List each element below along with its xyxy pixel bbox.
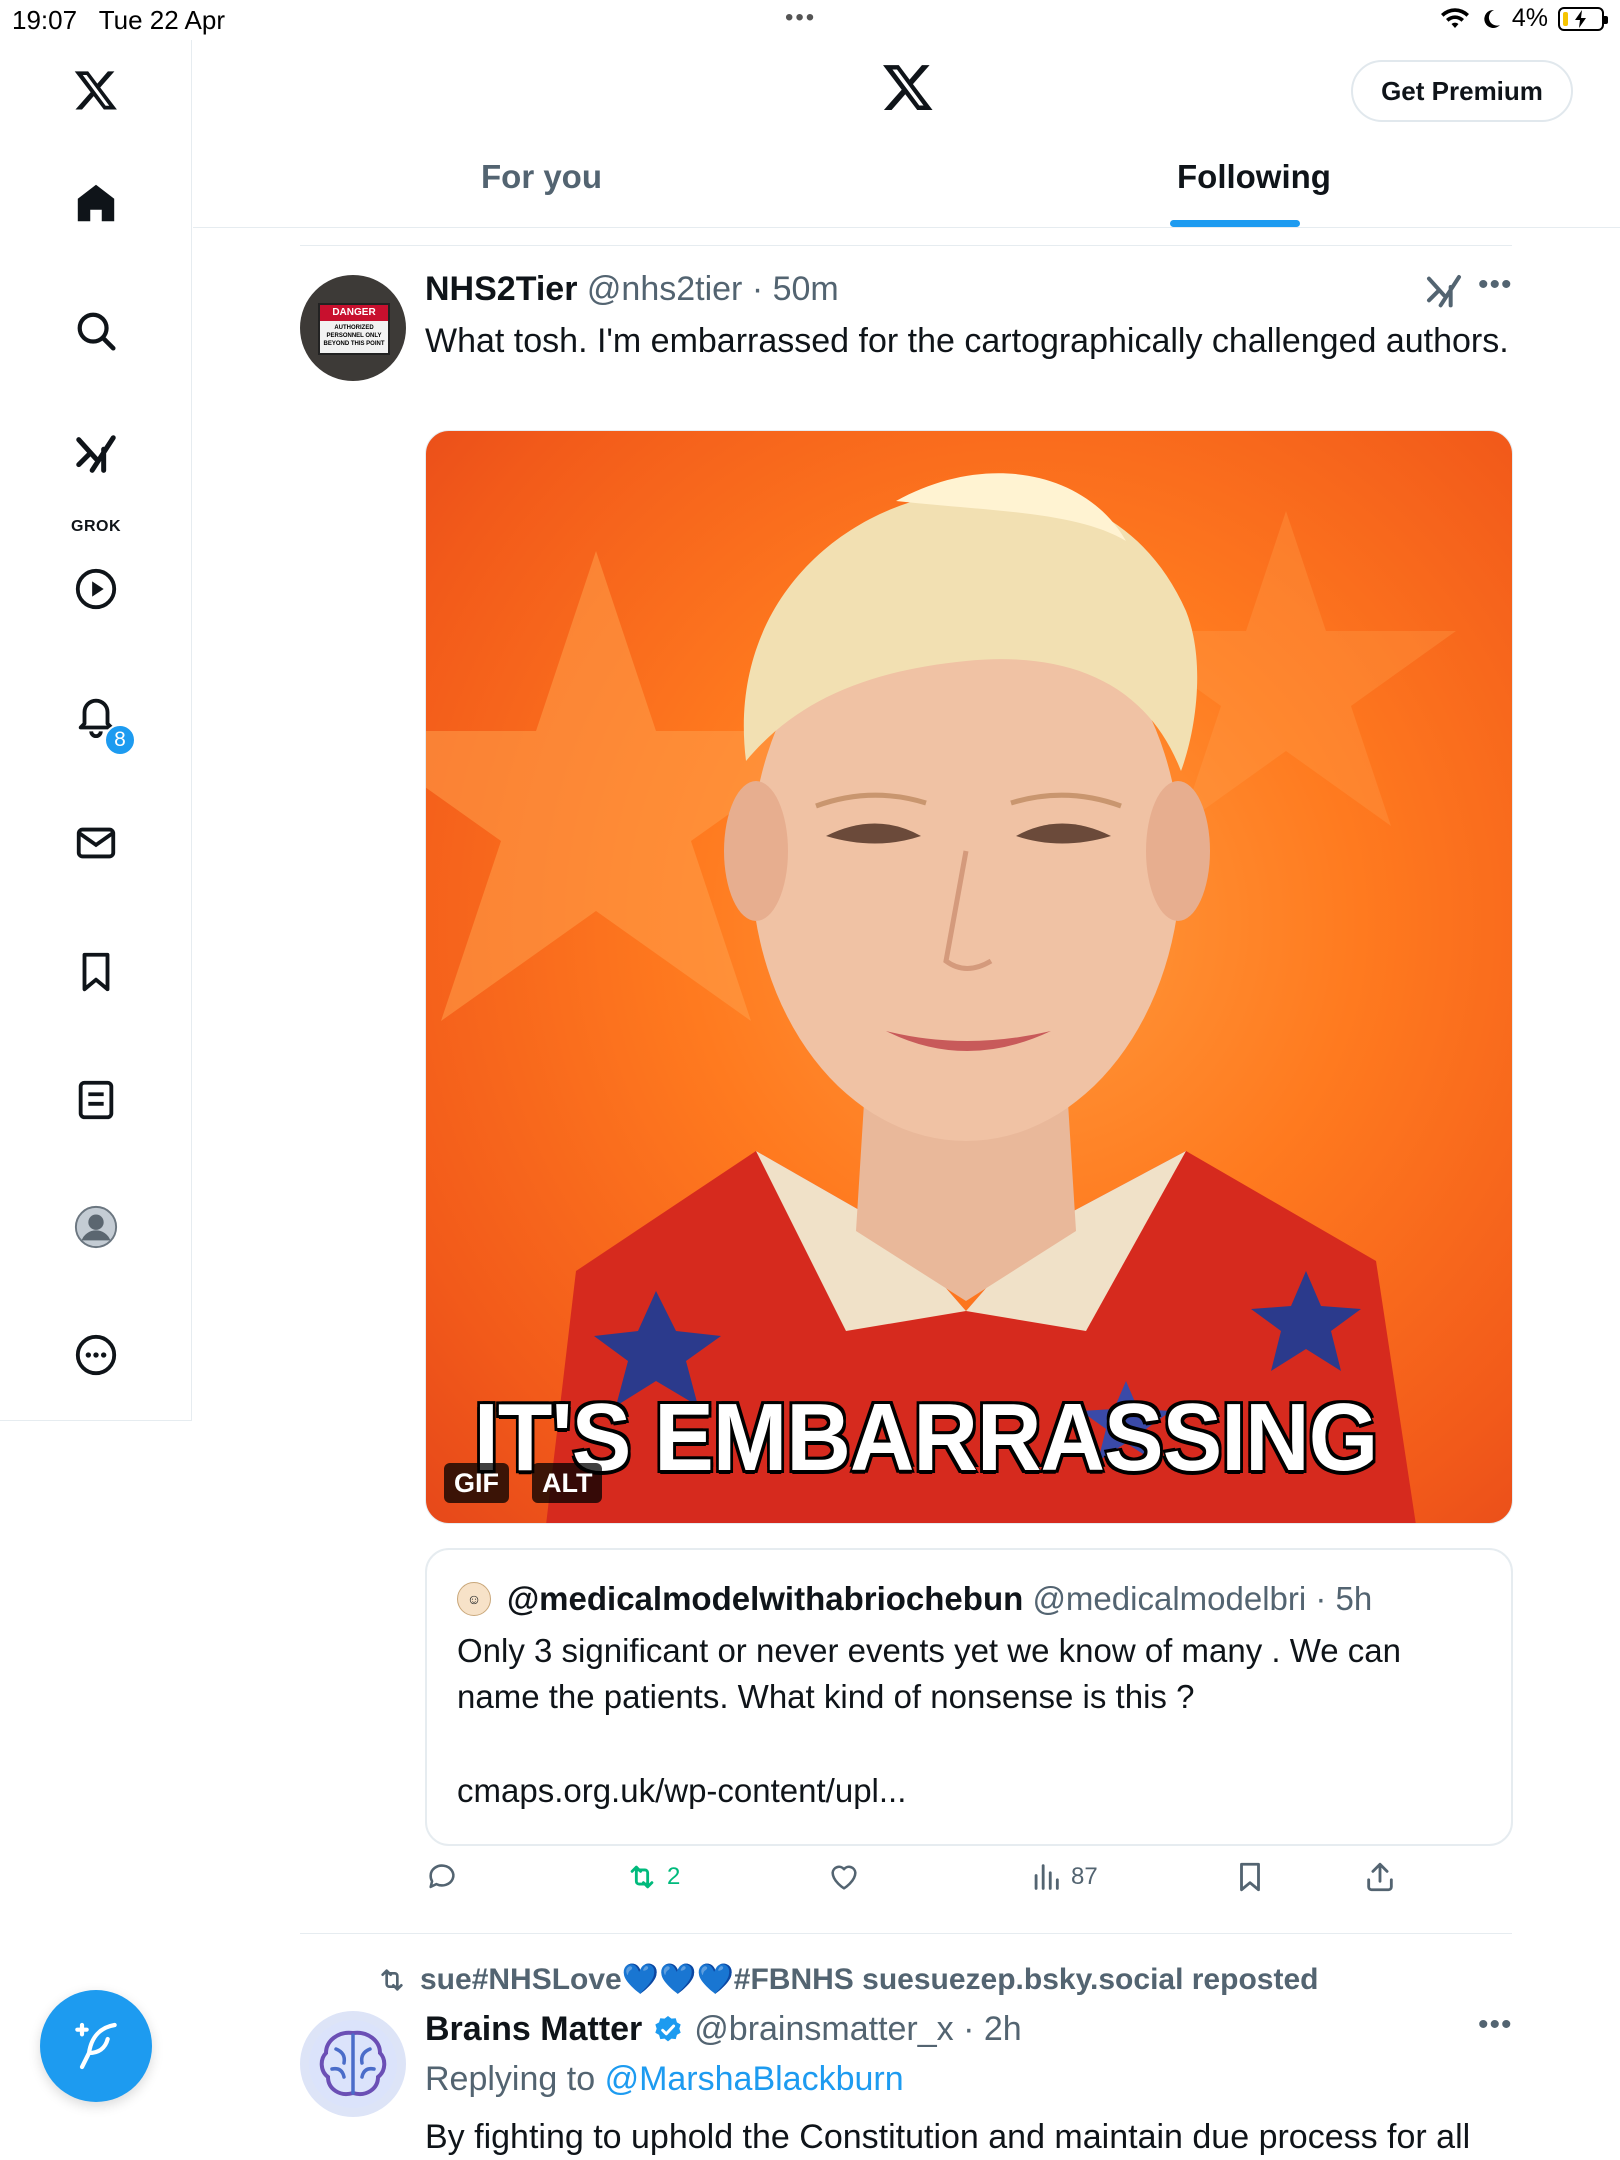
video-play-icon[interactable] [66, 559, 126, 619]
grok-icon[interactable] [66, 425, 126, 485]
quote-avatar: ☺ [457, 1582, 491, 1616]
profile-avatar-icon[interactable] [66, 1197, 126, 1257]
battery-percent: 4% [1511, 4, 1548, 32]
avatar[interactable] [300, 2011, 406, 2117]
quote-header: @medicalmodelwithabriochebun @medicalmod… [507, 1580, 1373, 1617]
share-button[interactable] [1363, 1860, 1397, 1894]
status-bar: 19:07 Tue 22 Apr ••• 4% [0, 0, 1620, 40]
views-button[interactable]: 87 [1029, 1860, 1098, 1894]
like-button[interactable] [827, 1860, 869, 1894]
tweet-time[interactable]: 2h [984, 2010, 1022, 2048]
tweet-text: By fighting to uphold the Constitution a… [425, 2118, 1471, 2156]
more-options-icon[interactable]: ••• [1478, 268, 1513, 302]
active-tab-indicator [1170, 220, 1300, 227]
home-icon[interactable] [66, 173, 126, 233]
author-handle[interactable]: @brainsmatter_x [694, 2010, 953, 2048]
messages-envelope-icon[interactable] [66, 813, 126, 873]
compose-button[interactable] [40, 1990, 152, 2102]
reply-icon [429, 1864, 455, 1889]
multitasking-dots-icon[interactable]: ••• [785, 4, 816, 32]
alt-text-badge[interactable]: ALT [532, 1463, 603, 1503]
avatar[interactable]: DANGER AUTHORIZED PERSONNEL ONLY BEYOND TH… [300, 275, 406, 381]
repost-by-text: sue#NHSLove💙💙💙#FBNHS suesuezep.bsky.soci… [420, 1963, 1319, 1996]
status-indicators: 4% [1440, 4, 1608, 33]
status-time: 19:07 Tue 22 Apr [12, 5, 225, 35]
sidebar-nav: GROK 8 [0, 40, 192, 1421]
notifications-badge: 8 [104, 724, 136, 756]
retweet-count: 2 [667, 1863, 681, 1890]
quoted-tweet[interactable]: ☺ @medicalmodelwithabriochebun @medicalm… [425, 1548, 1513, 1846]
moon-icon [1484, 9, 1500, 28]
tweet-time[interactable]: 50m [773, 270, 839, 308]
danger-sign-image: DANGER AUTHORIZED PERSONNEL ONLY BEYOND TH… [318, 303, 390, 355]
reply-mention-link[interactable]: @MarshaBlackburn [605, 2060, 904, 2098]
tweet-media-gif[interactable]: IT'S EMBARRASSING GIF ALT [425, 430, 1513, 1524]
retweet-button[interactable]: 2 [625, 1860, 680, 1894]
repost-indicator[interactable]: sue#NHSLove💙💙💙#FBNHS suesuezep.bsky.soci… [376, 1962, 1318, 1997]
lists-icon[interactable] [66, 1070, 126, 1130]
x-header-logo-icon[interactable] [881, 60, 935, 119]
verified-badge-icon [655, 2015, 681, 2041]
quote-link[interactable]: cmaps.org.uk/wp-content/upl... [457, 1772, 906, 1810]
retweet-icon [630, 1865, 654, 1889]
gif-frame-illustration [426, 473, 1456, 1523]
tweet-text: What tosh. I'm embarrassed for the carto… [425, 322, 1509, 360]
compose-feather-icon [75, 2022, 117, 2070]
quote-text: Only 3 significant or never events yet w… [457, 1632, 1401, 1715]
sidebar-divider [0, 1420, 192, 1421]
quote-time: 5h [1335, 1580, 1373, 1617]
gif-badge: GIF [444, 1463, 509, 1503]
tab-for-you[interactable]: For you [481, 158, 602, 196]
divider [300, 1933, 1512, 1934]
wifi-icon [1440, 7, 1469, 28]
views-count: 87 [1071, 1863, 1098, 1890]
grok-label: GROK [71, 518, 121, 535]
tweet-header: Brains Matter @brainsmatter_x · 2h [425, 2010, 1022, 2049]
replying-to: Replying to @MarshaBlackburn [425, 2060, 904, 2099]
more-circle-icon[interactable] [66, 1325, 126, 1385]
tab-following[interactable]: Following [1177, 158, 1331, 196]
quote-author-name: @medicalmodelwithabriochebun [507, 1580, 1024, 1617]
author-name[interactable]: NHS2Tier [425, 270, 577, 308]
bookmark-icon[interactable] [66, 942, 126, 1002]
replying-to-label: Replying to [425, 2060, 596, 2098]
x-logo-icon[interactable] [66, 60, 126, 120]
get-premium-button[interactable]: Get Premium [1351, 60, 1573, 122]
search-icon[interactable] [66, 301, 126, 361]
author-name[interactable]: Brains Matter [425, 2010, 642, 2049]
author-handle[interactable]: @nhs2tier [587, 270, 742, 308]
quote-author-handle: @medicalmodelbri [1032, 1580, 1307, 1617]
timeline-header: Get Premium For you Following [193, 40, 1620, 228]
share-icon [1367, 1862, 1393, 1892]
bookmark-button[interactable] [1233, 1860, 1267, 1894]
tweet-action-bar: 2 87 [425, 1860, 1513, 1910]
views-chart-icon [1034, 1864, 1059, 1890]
bookmark-icon [1240, 1862, 1260, 1892]
gif-caption: IT'S EMBARRASSING [474, 1384, 1378, 1491]
brain-logo-icon [309, 2020, 397, 2108]
retweet-icon [381, 1968, 403, 1991]
tweet-header: NHS2Tier @nhs2tier · 50m [425, 270, 839, 308]
battery-icon [1558, 6, 1608, 31]
reply-button[interactable] [425, 1860, 467, 1894]
more-options-icon[interactable]: ••• [1478, 2008, 1513, 2042]
divider [300, 245, 1512, 246]
grok-explain-icon[interactable] [1424, 272, 1464, 317]
heart-icon [831, 1865, 857, 1890]
